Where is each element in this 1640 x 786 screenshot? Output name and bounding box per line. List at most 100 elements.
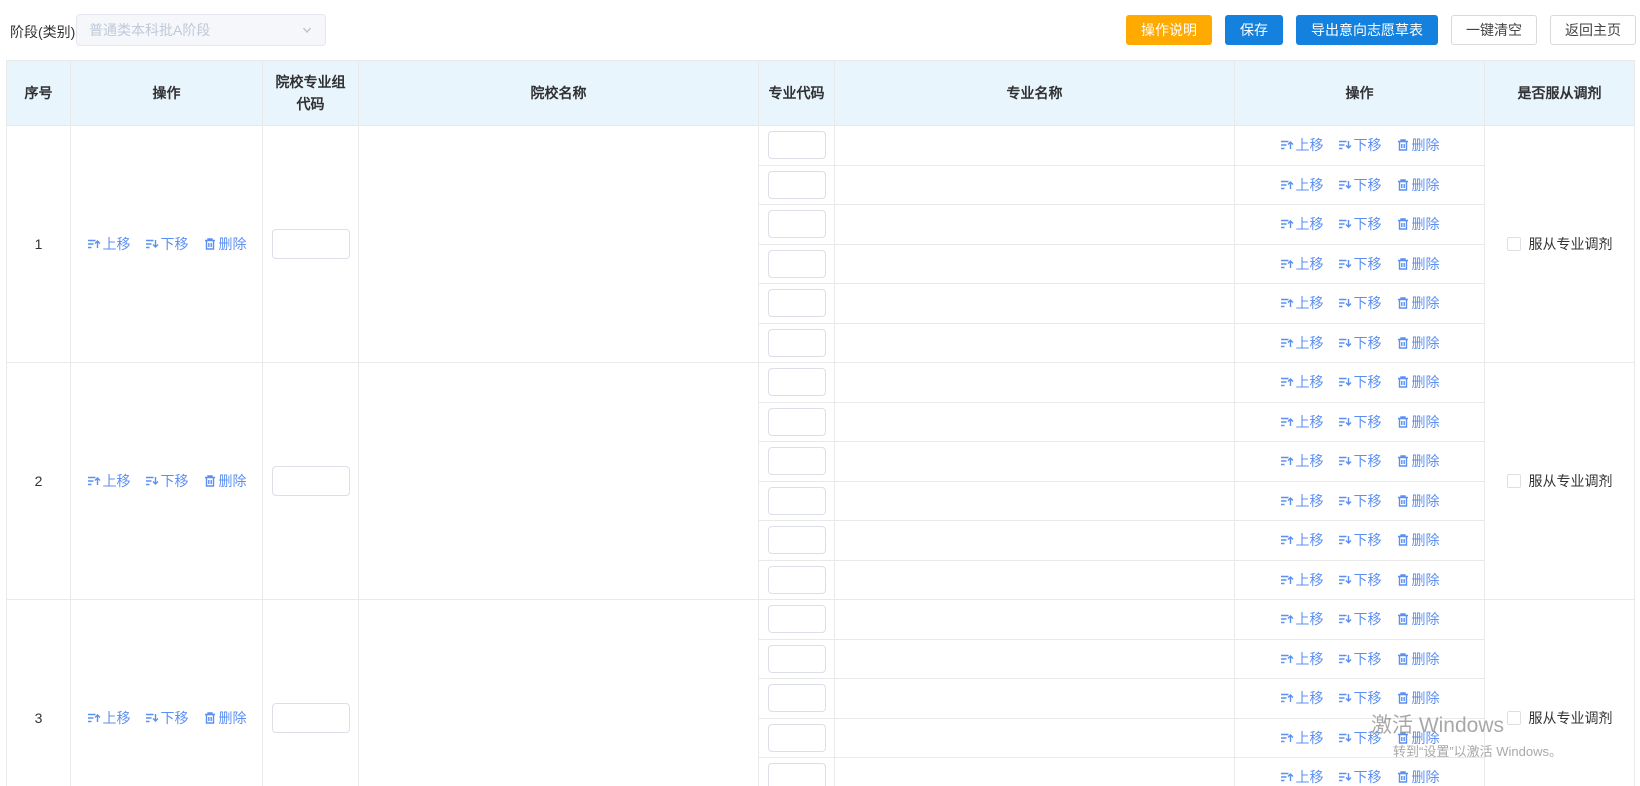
stage-select[interactable]: 普通类本科批A阶段 — [76, 14, 326, 46]
export-draft-button[interactable]: 导出意向志愿草表 — [1296, 15, 1438, 45]
major-code-input[interactable] — [767, 289, 826, 318]
delete-icon — [1397, 495, 1408, 507]
delete-link[interactable]: 删除 — [203, 471, 247, 491]
major-code-cell — [758, 441, 835, 482]
major-code-input[interactable] — [767, 526, 826, 555]
delete-link[interactable]: 删除 — [1396, 530, 1440, 550]
delete-link[interactable]: 删除 — [203, 708, 247, 728]
delete-link[interactable]: 删除 — [1396, 175, 1440, 195]
move-up-link[interactable]: 上移 — [1280, 372, 1324, 392]
delete-link[interactable]: 删除 — [1396, 570, 1440, 590]
move-down-link[interactable]: 下移 — [1338, 570, 1382, 590]
move-down-link[interactable]: 下移 — [1338, 175, 1382, 195]
move-up-link[interactable]: 上移 — [1280, 293, 1324, 313]
major-code-input[interactable] — [767, 605, 826, 634]
major-code-input[interactable] — [767, 131, 826, 160]
move-up-link[interactable]: 上移 — [1280, 609, 1324, 629]
move-up-link[interactable]: 上移 — [1280, 767, 1324, 786]
delete-link[interactable]: 删除 — [1396, 333, 1440, 353]
move-up-link[interactable]: 上移 — [1280, 570, 1324, 590]
obey-adjustment-option[interactable]: 服从专业调剂 — [1506, 708, 1613, 728]
major-name-cell — [834, 757, 1235, 786]
move-down-link[interactable]: 下移 — [1338, 688, 1382, 708]
move-down-link[interactable]: 下移 — [1338, 728, 1382, 748]
move-up-link[interactable]: 上移 — [1280, 214, 1324, 234]
delete-link[interactable]: 删除 — [1396, 609, 1440, 629]
major-code-input[interactable] — [767, 565, 826, 594]
seq-cell: 2 — [6, 362, 71, 600]
group-code-input[interactable] — [271, 466, 350, 496]
move-up-link[interactable]: 上移 — [1280, 412, 1324, 432]
delete-link[interactable]: 删除 — [1396, 491, 1440, 511]
move-down-link[interactable]: 下移 — [145, 234, 189, 254]
delete-link[interactable]: 删除 — [1396, 254, 1440, 274]
major-code-input[interactable] — [767, 170, 826, 199]
major-name-cell — [834, 204, 1235, 245]
delete-icon — [204, 475, 215, 487]
obey-adjustment-checkbox[interactable] — [1506, 474, 1521, 488]
clear-all-button[interactable]: 一键清空 — [1451, 15, 1537, 45]
move-down-link[interactable]: 下移 — [1338, 333, 1382, 353]
move-up-label: 上移 — [1295, 571, 1324, 588]
major-code-input[interactable] — [767, 447, 826, 476]
move-down-link[interactable]: 下移 — [145, 708, 189, 728]
major-code-input[interactable] — [767, 644, 826, 673]
obey-adjustment-option[interactable]: 服从专业调剂 — [1506, 471, 1613, 491]
save-button[interactable]: 保存 — [1225, 15, 1283, 45]
move-down-link[interactable]: 下移 — [1338, 293, 1382, 313]
major-code-input[interactable] — [767, 684, 826, 713]
major-code-input[interactable] — [767, 210, 826, 239]
delete-link[interactable]: 删除 — [1396, 412, 1440, 432]
move-down-link[interactable]: 下移 — [1338, 214, 1382, 234]
move-up-icon — [1280, 457, 1293, 466]
move-up-link[interactable]: 上移 — [87, 708, 131, 728]
back-home-button[interactable]: 返回主页 — [1550, 15, 1636, 45]
major-code-input[interactable] — [767, 486, 826, 515]
group-code-input[interactable] — [271, 229, 350, 259]
move-down-link[interactable]: 下移 — [1338, 491, 1382, 511]
move-up-link[interactable]: 上移 — [1280, 451, 1324, 471]
instructions-button[interactable]: 操作说明 — [1126, 15, 1212, 45]
delete-link[interactable]: 删除 — [1396, 451, 1440, 471]
move-up-link[interactable]: 上移 — [87, 471, 131, 491]
move-up-link[interactable]: 上移 — [1280, 333, 1324, 353]
move-down-link[interactable]: 下移 — [1338, 767, 1382, 786]
delete-link[interactable]: 删除 — [1396, 214, 1440, 234]
delete-link[interactable]: 删除 — [1396, 293, 1440, 313]
delete-link[interactable]: 删除 — [1396, 372, 1440, 392]
move-down-link[interactable]: 下移 — [1338, 451, 1382, 471]
move-down-link[interactable]: 下移 — [1338, 649, 1382, 669]
major-code-input[interactable] — [767, 328, 826, 357]
move-down-link[interactable]: 下移 — [1338, 530, 1382, 550]
major-code-input[interactable] — [767, 407, 826, 436]
major-code-input[interactable] — [767, 368, 826, 397]
move-up-link[interactable]: 上移 — [1280, 175, 1324, 195]
move-down-link[interactable]: 下移 — [1338, 254, 1382, 274]
move-up-link[interactable]: 上移 — [1280, 135, 1324, 155]
obey-adjustment-checkbox[interactable] — [1506, 237, 1521, 251]
group-code-input[interactable] — [271, 703, 350, 733]
move-up-link[interactable]: 上移 — [1280, 530, 1324, 550]
delete-link[interactable]: 删除 — [1396, 728, 1440, 748]
major-code-input[interactable] — [767, 723, 826, 752]
move-down-link[interactable]: 下移 — [1338, 372, 1382, 392]
move-up-link[interactable]: 上移 — [1280, 254, 1324, 274]
major-code-input[interactable] — [767, 763, 826, 786]
delete-link[interactable]: 删除 — [203, 234, 247, 254]
major-code-input[interactable] — [767, 249, 826, 278]
delete-link[interactable]: 删除 — [1396, 688, 1440, 708]
move-down-link[interactable]: 下移 — [1338, 135, 1382, 155]
delete-link[interactable]: 删除 — [1396, 135, 1440, 155]
move-down-link[interactable]: 下移 — [1338, 609, 1382, 629]
obey-adjustment-option[interactable]: 服从专业调剂 — [1506, 234, 1613, 254]
move-up-link[interactable]: 上移 — [87, 234, 131, 254]
move-up-link[interactable]: 上移 — [1280, 728, 1324, 748]
obey-adjustment-checkbox[interactable] — [1506, 711, 1521, 725]
move-down-link[interactable]: 下移 — [1338, 412, 1382, 432]
delete-link[interactable]: 删除 — [1396, 649, 1440, 669]
move-down-link[interactable]: 下移 — [145, 471, 189, 491]
move-up-link[interactable]: 上移 — [1280, 491, 1324, 511]
move-up-link[interactable]: 上移 — [1280, 649, 1324, 669]
delete-link[interactable]: 删除 — [1396, 767, 1440, 786]
move-up-link[interactable]: 上移 — [1280, 688, 1324, 708]
